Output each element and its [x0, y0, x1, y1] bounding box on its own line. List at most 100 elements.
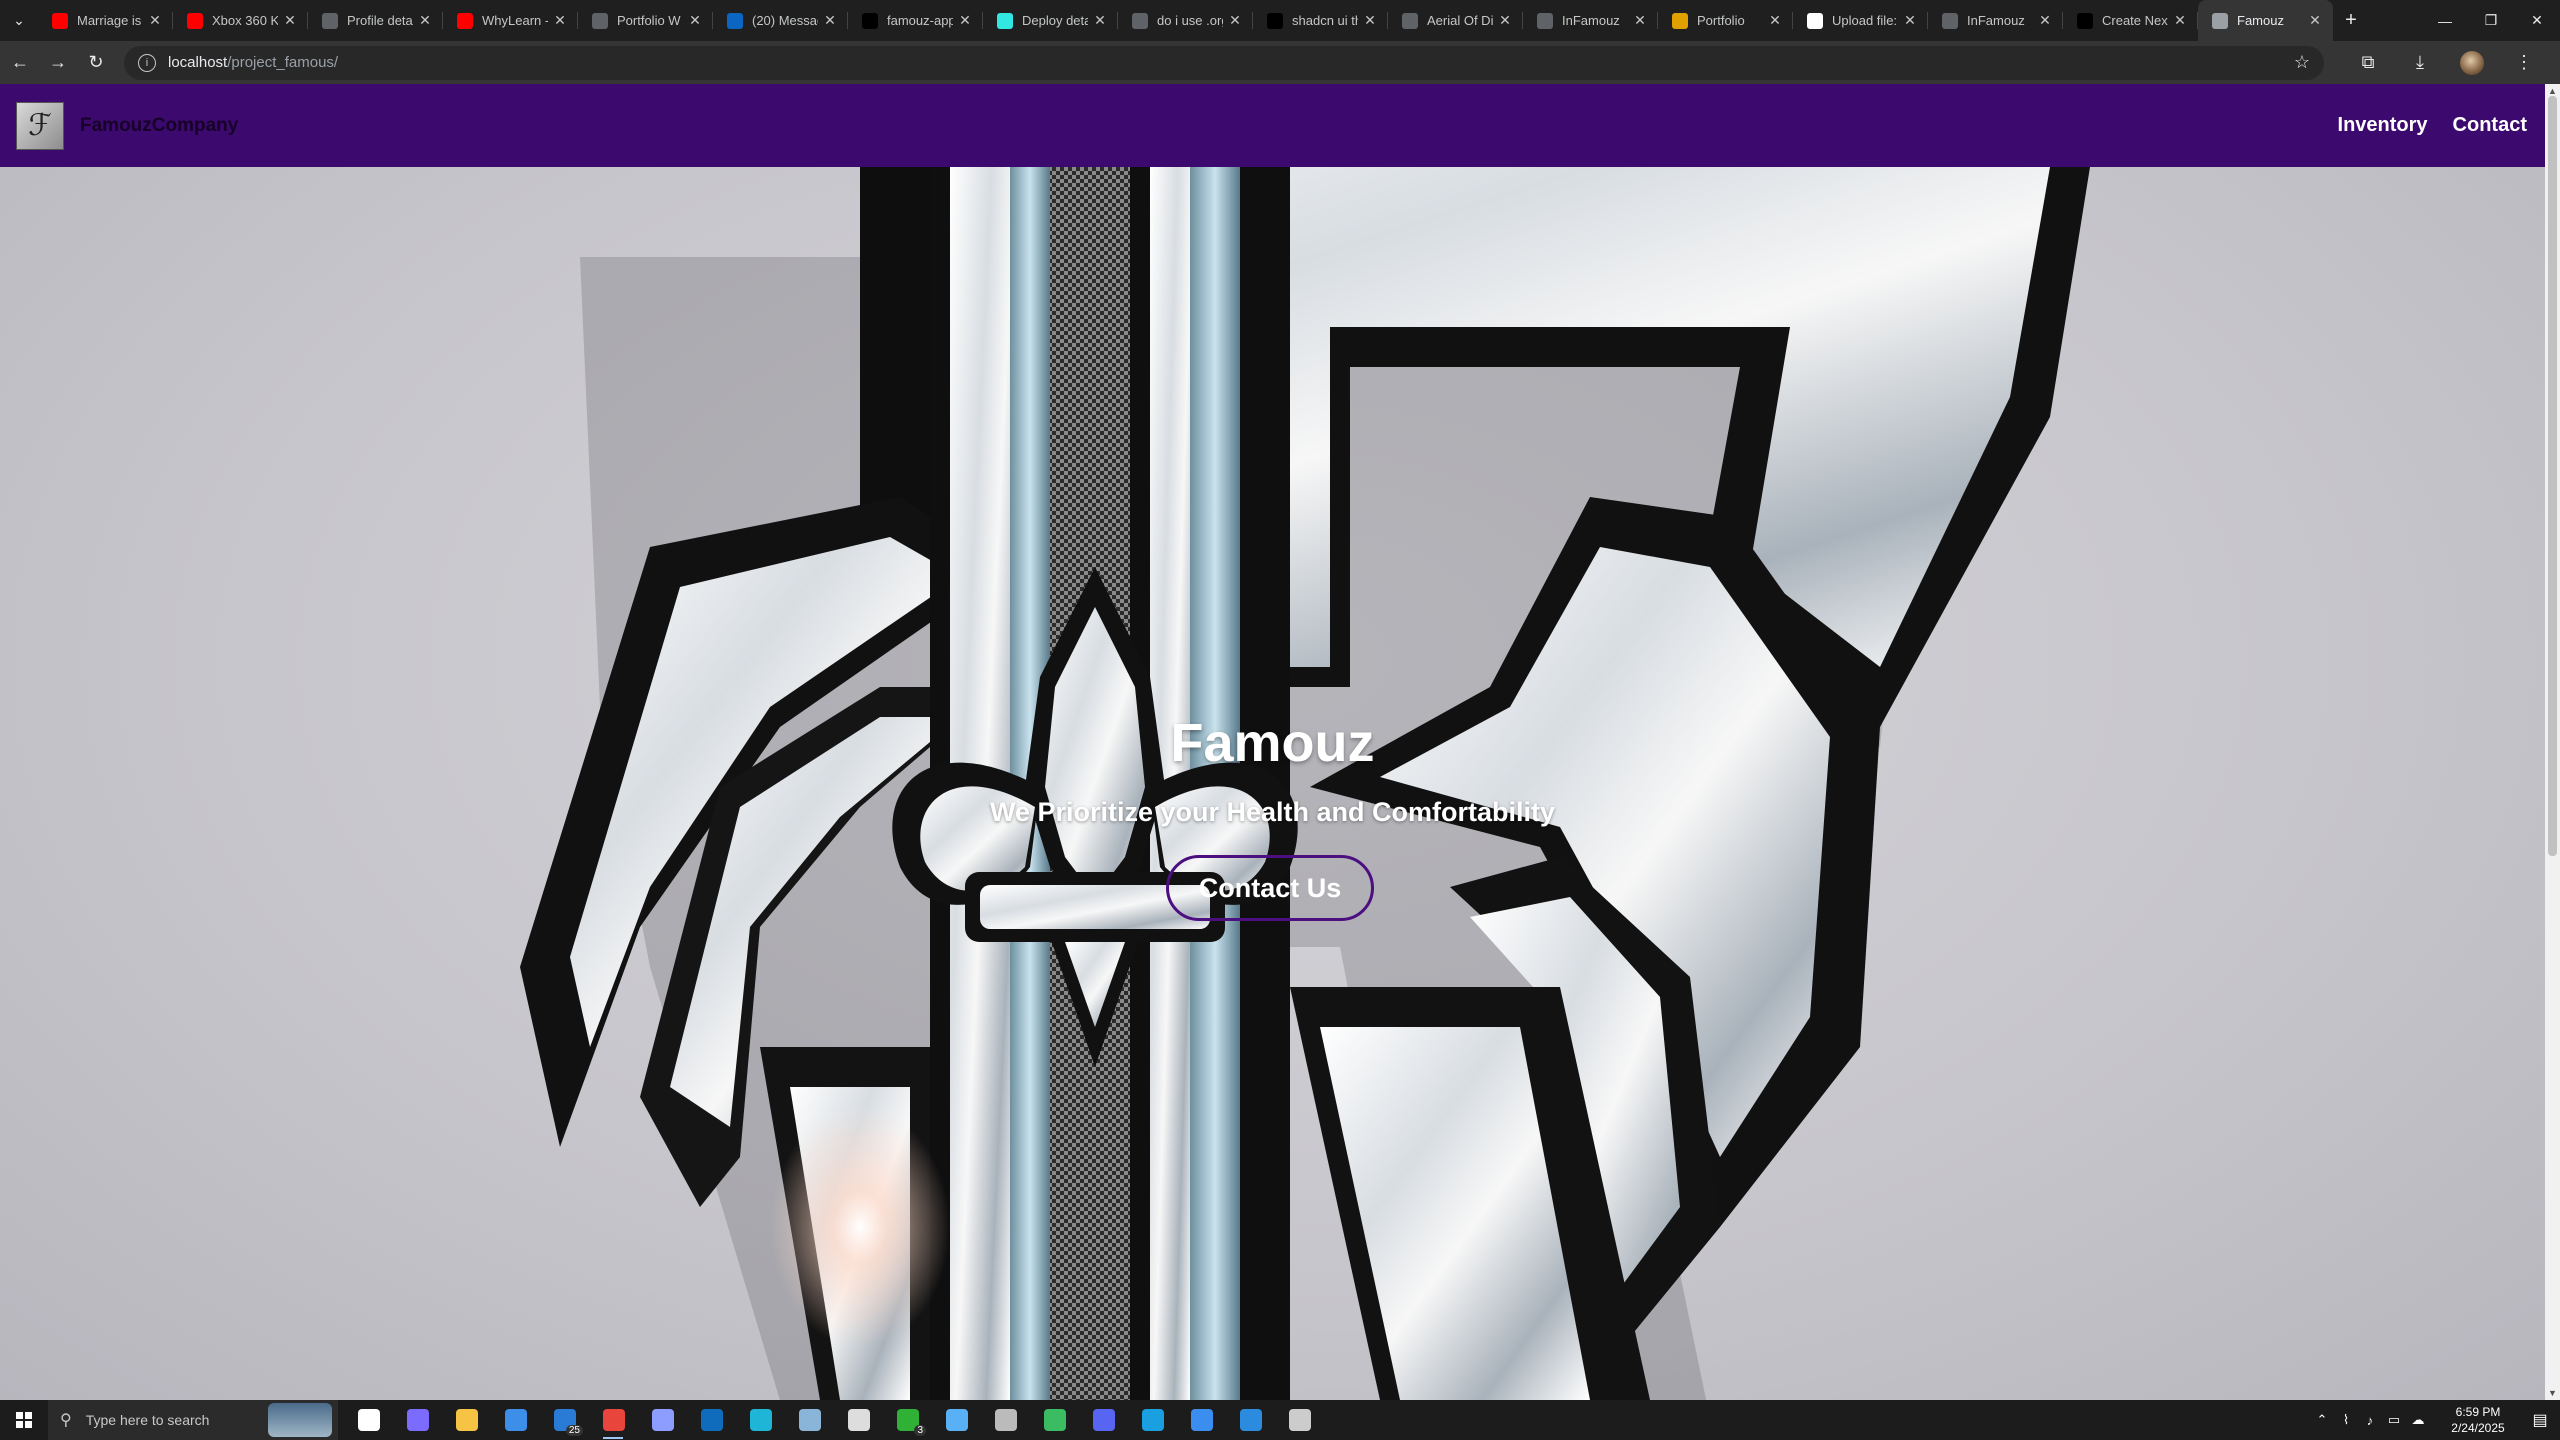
extensions-icon[interactable]: ⧉ [2342, 51, 2394, 75]
brand-logo[interactable]: ℱ [16, 101, 64, 150]
address-bar[interactable]: i localhost /project_famous/ ☆ [124, 45, 2324, 80]
browser-tab[interactable]: (20) Messag ✕ [713, 0, 848, 41]
scrollbar-thumb[interactable] [2548, 96, 2557, 856]
browser-tab[interactable]: Marriage is ✕ [38, 0, 173, 41]
browser-tab[interactable]: Portfolio W ✕ [578, 0, 713, 41]
battery-icon[interactable]: ▭ [2382, 1412, 2406, 1428]
mail-icon[interactable]: 25 [540, 1400, 589, 1440]
tab-title: Marriage is [77, 13, 142, 28]
tab-close-icon[interactable]: ✕ [687, 12, 703, 29]
profile-avatar[interactable] [2446, 50, 2498, 75]
site-info-icon[interactable]: i [138, 53, 156, 72]
browser-tab[interactable]: WhyLearn - ✕ [443, 0, 578, 41]
tab-close-icon[interactable]: ✕ [1362, 12, 1378, 29]
minimize-icon[interactable]: — [2422, 0, 2468, 41]
vscode-icon[interactable] [1226, 1400, 1275, 1440]
browser-tab[interactable]: Xbox 360 K ✕ [173, 0, 308, 41]
nav-link-inventory[interactable]: Inventory [2338, 114, 2428, 137]
contact-us-button[interactable]: Contact Us [1166, 855, 1374, 921]
lock-app-icon[interactable] [1030, 1400, 1079, 1440]
tab-close-icon[interactable]: ✕ [282, 12, 298, 29]
browser-tab[interactable]: InFamouz ✕ [1928, 0, 2063, 41]
tab-close-icon[interactable]: ✕ [1092, 12, 1108, 29]
terminal-icon[interactable] [1275, 1400, 1324, 1440]
tab-close-icon[interactable]: ✕ [417, 12, 433, 29]
clock[interactable]: 6:59 PM 2/24/2025 [2436, 1404, 2520, 1436]
page-scrollbar[interactable]: ▲ ▼ [2545, 84, 2560, 1400]
bookmark-star-icon[interactable]: ☆ [2294, 52, 2310, 73]
app-icon[interactable] [932, 1400, 981, 1440]
file-explorer-icon[interactable] [442, 1400, 491, 1440]
browser-tab[interactable]: Profile deta ✕ [308, 0, 443, 41]
restore-icon[interactable]: ❐ [2468, 0, 2514, 41]
tab-title: do i use .org [1157, 13, 1223, 28]
close-window-icon[interactable]: ✕ [2514, 0, 2560, 41]
downloads-icon[interactable]: ⤓ [2394, 51, 2446, 75]
tab-close-icon[interactable]: ✕ [1902, 12, 1918, 29]
brand-name[interactable]: FamouzCompany [80, 115, 238, 137]
task-view-icon-glyph [357, 1409, 380, 1431]
tab-search-chevron-icon[interactable]: ⌄ [0, 0, 38, 41]
browser-tab[interactable]: Create Next ✕ [2063, 0, 2198, 41]
tab-close-icon[interactable]: ✕ [957, 12, 973, 29]
taskbar-search[interactable]: ⚲ Type here to search [48, 1400, 338, 1440]
steam-icon-glyph [798, 1409, 821, 1431]
tab-title: Profile deta [347, 13, 413, 28]
browser-tab[interactable]: Upload file: ✕ [1793, 0, 1928, 41]
tab-close-icon[interactable]: ✕ [1497, 12, 1513, 29]
browser-tab[interactable]: Famouz ✕ [2198, 0, 2333, 41]
chrome-icon[interactable] [589, 1400, 638, 1440]
network-icon[interactable]: ⌇ [2334, 1412, 2358, 1428]
tab-close-icon[interactable]: ✕ [2307, 12, 2323, 29]
reload-icon[interactable]: ↻ [78, 45, 114, 81]
tab-close-icon[interactable]: ✕ [1227, 12, 1243, 29]
start-button[interactable] [0, 1400, 48, 1440]
tab-close-icon[interactable]: ✕ [1767, 12, 1783, 29]
edge-icon[interactable] [1128, 1400, 1177, 1440]
app-icon[interactable] [981, 1400, 1030, 1440]
notifications-icon[interactable]: ▤ [2520, 1410, 2560, 1430]
tab-title: Portfolio W [617, 13, 681, 28]
tab-close-icon[interactable]: ✕ [1632, 12, 1648, 29]
volume-icon[interactable]: ♪ [2358, 1413, 2382, 1428]
app-icon[interactable] [736, 1400, 785, 1440]
task-view-icon[interactable] [344, 1400, 393, 1440]
nav-link-contact[interactable]: Contact [2453, 114, 2527, 137]
browser-tab[interactable]: do i use .org ✕ [1118, 0, 1253, 41]
outlook-icon[interactable] [687, 1400, 736, 1440]
tab-close-icon[interactable]: ✕ [552, 12, 568, 29]
new-tab-button[interactable]: + [2333, 9, 2369, 32]
tab-close-icon[interactable]: ✕ [2037, 12, 2053, 29]
steam-icon[interactable] [785, 1400, 834, 1440]
tray-overflow-icon[interactable]: ⌃ [2310, 1412, 2334, 1428]
youtube-icon [52, 12, 68, 29]
app-icon[interactable] [638, 1400, 687, 1440]
browser-tab[interactable]: Aerial Of Di ✕ [1388, 0, 1523, 41]
xbox-icon[interactable]: 3 [883, 1400, 932, 1440]
tab-title: Aerial Of Di [1427, 13, 1493, 28]
browser-tab[interactable]: Deploy deta ✕ [983, 0, 1118, 41]
browser-tab[interactable]: InFamouz ✕ [1523, 0, 1658, 41]
hero-section: Famouz We Prioritize your Health and Com… [0, 167, 2545, 1400]
page-icon [2212, 12, 2228, 29]
microsoft-store-icon[interactable] [491, 1400, 540, 1440]
tab-close-icon[interactable]: ✕ [822, 12, 838, 29]
browser-tab[interactable]: famouz-app ✕ [848, 0, 983, 41]
scroll-up-icon[interactable]: ▲ [2545, 86, 2560, 96]
chrome-icon-glyph [602, 1409, 625, 1431]
window-controls: — ❐ ✕ [2422, 0, 2560, 41]
scroll-down-icon[interactable]: ▼ [2545, 1388, 2560, 1398]
onedrive-icon[interactable]: ☁ [2406, 1412, 2430, 1428]
back-icon[interactable]: ← [2, 45, 38, 81]
copilot-icon[interactable] [393, 1400, 442, 1440]
app-icon[interactable] [1177, 1400, 1226, 1440]
discord-icon[interactable] [1079, 1400, 1128, 1440]
browser-tab[interactable]: shadcn ui th ✕ [1253, 0, 1388, 41]
forward-icon[interactable]: → [40, 45, 76, 81]
epic-icon[interactable] [834, 1400, 883, 1440]
tab-close-icon[interactable]: ✕ [147, 12, 163, 29]
menu-icon[interactable]: ⋮ [2498, 51, 2550, 75]
tab-close-icon[interactable]: ✕ [2172, 12, 2188, 29]
tab-title: Create Next [2102, 13, 2168, 28]
browser-tab[interactable]: Portfolio ✕ [1658, 0, 1793, 41]
